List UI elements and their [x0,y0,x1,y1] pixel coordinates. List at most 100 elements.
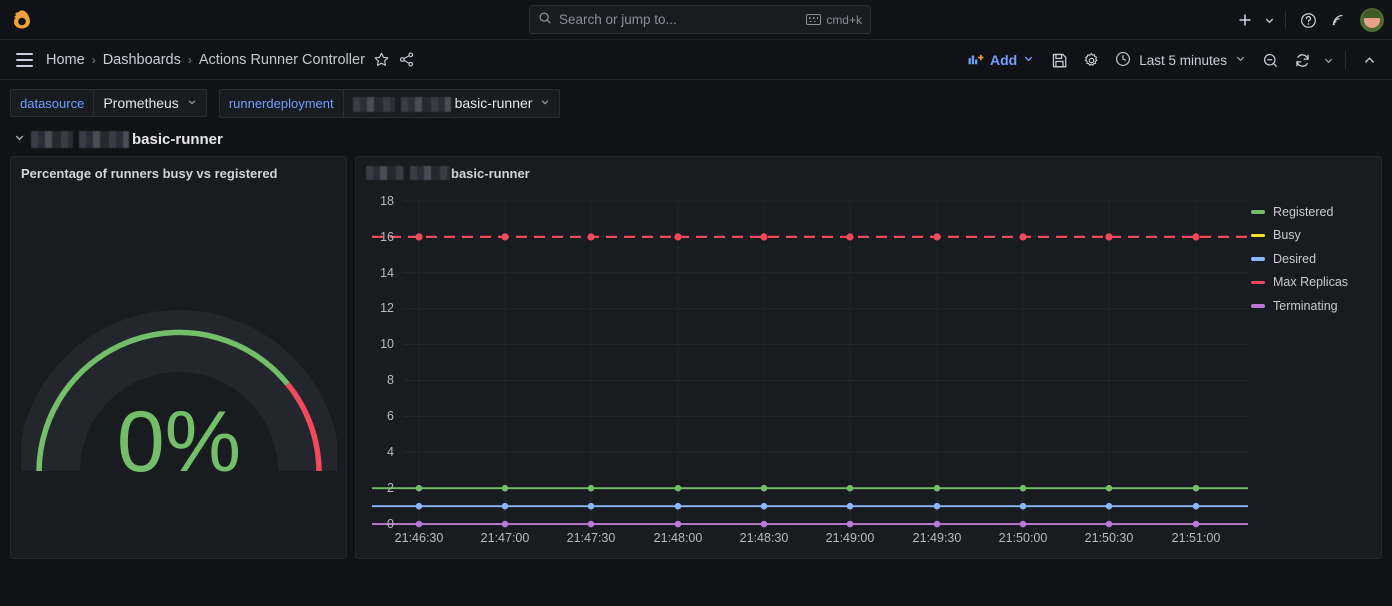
x-tick-3: 21:48:00 [654,531,703,545]
panel-percentage-runners-busy: Percentage of runners busy vs registered… [10,156,347,559]
y-tick-16: 16 [380,230,394,244]
legend-label: Max Replicas [1273,275,1348,289]
grafana-logo-icon[interactable] [0,9,44,31]
legend-item-max-replicas[interactable]: Max Replicas [1251,275,1375,289]
legend-color-swatch [1251,210,1265,214]
grid-lines-vertical [419,201,1196,524]
redacted-text-block [31,131,129,148]
breadcrumb-separator: › [92,53,96,67]
rss-icon[interactable] [1324,6,1352,34]
breadcrumb-item-current[interactable]: Actions Runner Controller [199,52,365,68]
row-chevron-down-icon[interactable] [14,132,25,146]
legend-color-swatch [1251,304,1265,308]
timeseries-svg [356,185,1381,558]
dashboard-row-header[interactable]: basic-runner [0,125,1392,156]
breadcrumb-item-home[interactable]: Home [46,52,85,68]
legend-item-registered[interactable]: Registered [1251,205,1375,219]
panel-title: Percentage of runners busy vs registered [11,157,346,183]
legend-color-swatch [1251,257,1265,261]
dashboard-toolbar: Add Last 5 minutes [960,40,1384,80]
y-tick-8: 8 [387,373,394,387]
y-tick-6: 6 [387,409,394,423]
variable-datasource-label: datasource [10,89,93,117]
series-max-replicas [372,233,1248,240]
y-tick-12: 12 [380,301,394,315]
x-tick-6: 21:49:30 [913,531,962,545]
variable-runnerdeployment-select[interactable]: basic-runner [343,89,561,118]
y-tick-4: 4 [387,445,394,459]
grid-lines [403,201,1248,524]
legend-color-swatch [1251,234,1265,238]
legend-item-busy[interactable]: Busy [1251,228,1375,242]
variable-datasource-select[interactable]: Prometheus [93,89,206,117]
y-tick-10: 10 [380,337,394,351]
variable-datasource-value: Prometheus [103,95,178,111]
x-tick-9: 21:51:00 [1172,531,1221,545]
top-navigation-actions [1231,0,1384,40]
share-nodes-icon[interactable] [398,51,415,68]
collapse-chevron-up-icon[interactable] [1354,46,1384,74]
legend-item-terminating[interactable]: Terminating [1251,299,1375,313]
timeseries-plot-area[interactable]: 18 16 14 12 10 8 6 4 2 0 21:46:30 21:47:… [356,185,1381,558]
legend-item-desired[interactable]: Desired [1251,252,1375,266]
chart-legend: Registered Busy Desired Max Replicas Ter… [1251,205,1375,323]
help-circle-icon[interactable] [1294,6,1322,34]
legend-label: Terminating [1273,299,1338,313]
refresh-icon[interactable] [1287,46,1317,74]
x-tick-7: 21:50:00 [999,531,1048,545]
x-tick-2: 21:47:30 [567,531,616,545]
x-tick-4: 21:48:30 [740,531,789,545]
dashboard-variables-row: datasource Prometheus runnerdeployment b… [0,80,1392,125]
panel-title: basic-runner [356,157,1381,183]
y-tick-0: 0 [387,517,394,531]
search-placeholder-text: Search or jump to... [559,12,799,27]
keyboard-icon [806,14,821,25]
search-icon [538,11,552,28]
breadcrumb-item-dashboards[interactable]: Dashboards [103,52,181,68]
series-terminating [372,521,1248,528]
y-tick-18: 18 [380,194,394,208]
chevron-down-icon [540,97,550,110]
gauge-svg: 0% [21,203,337,533]
legend-label: Registered [1273,205,1333,219]
hamburger-menu-icon[interactable] [10,46,38,74]
search-shortcut-hint: cmd+k [806,13,862,27]
gauge-value-text: 0% [116,394,240,490]
x-tick-0: 21:46:30 [395,531,444,545]
legend-label: Busy [1273,228,1301,242]
variable-datasource: datasource Prometheus [10,89,207,117]
divider [1345,51,1346,69]
refresh-interval-chevron-down-icon[interactable] [1319,46,1337,74]
search-input[interactable]: Search or jump to... cmd+k [529,5,871,34]
time-range-picker[interactable]: Last 5 minutes [1108,47,1253,74]
x-tick-8: 21:50:30 [1085,531,1134,545]
save-dashboard-button[interactable] [1044,46,1074,74]
panel-add-icon [968,52,984,69]
add-button[interactable]: Add [960,48,1042,73]
redacted-text-block [353,95,451,112]
panel-title-text: basic-runner [451,166,530,181]
star-icon[interactable] [373,51,390,68]
avatar[interactable] [1360,8,1384,32]
plus-chevron-down-icon[interactable] [1261,6,1277,34]
variable-runnerdeployment: runnerdeployment basic-runner [219,89,561,118]
variable-runnerdeployment-value: basic-runner [455,95,533,111]
series-desired [372,503,1248,510]
top-navigation-bar: Search or jump to... cmd+k [0,0,1392,40]
breadcrumb-toolbar-row: Home › Dashboards › Actions Runner Contr… [0,40,1392,80]
zoom-out-icon[interactable] [1255,46,1285,74]
x-tick-1: 21:47:00 [481,531,530,545]
plus-icon[interactable] [1231,6,1259,34]
legend-color-swatch [1251,281,1265,285]
legend-label: Desired [1273,252,1316,266]
gauge-visualization: 0% [11,183,346,554]
redacted-text-block [366,166,450,180]
x-axis-tick-labels: 21:46:30 21:47:00 21:47:30 21:48:00 21:4… [356,531,1381,551]
y-tick-2: 2 [387,481,394,495]
gear-icon[interactable] [1076,46,1106,74]
search-shortcut-text: cmd+k [826,13,862,27]
chevron-down-icon [187,97,197,110]
series-registered [372,485,1248,492]
x-tick-5: 21:49:00 [826,531,875,545]
add-chevron-down-icon [1023,53,1034,67]
